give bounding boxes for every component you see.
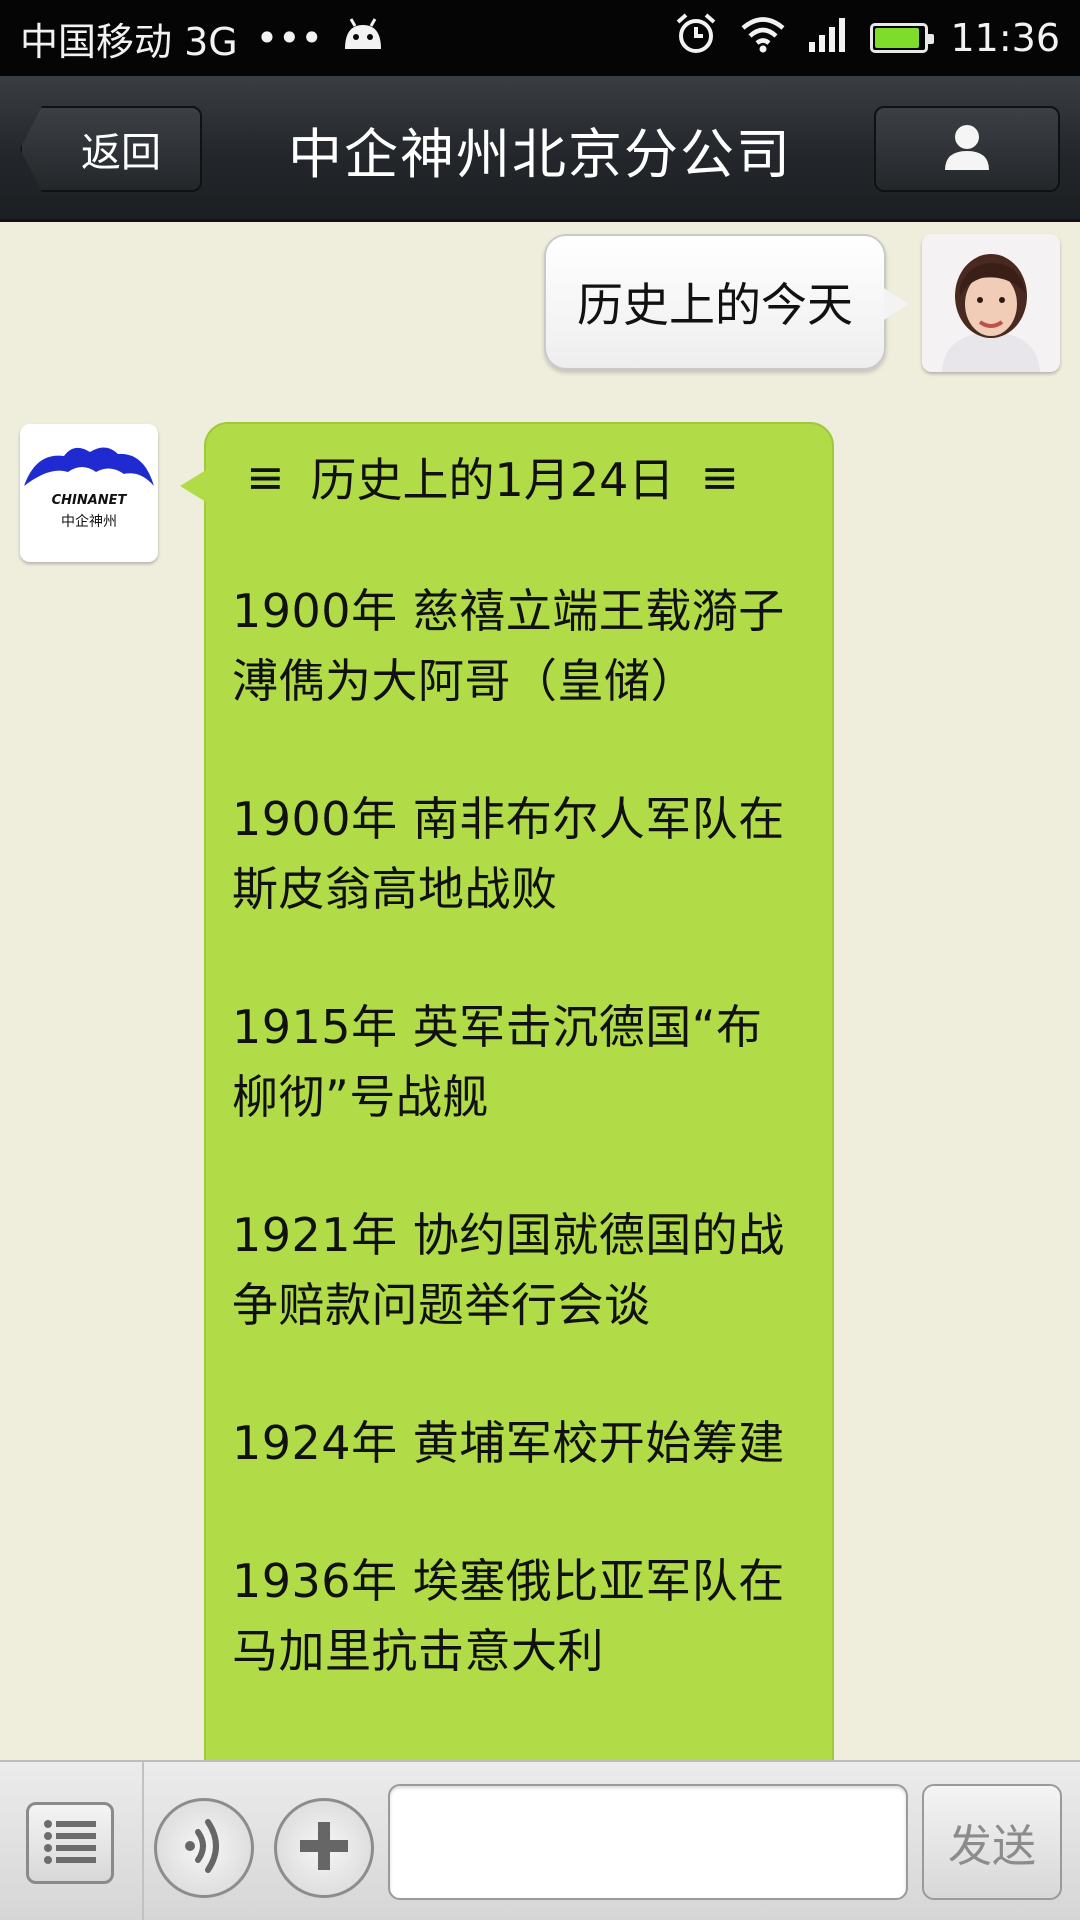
incoming-message-bubble[interactable]: ≡ 历史上的1月24日 ≡ 1900年 慈禧立端王载漪子溥儁为大阿哥（皇储） 1… xyxy=(180,422,834,1760)
bot-logo-subtext: 中企神州 xyxy=(61,513,117,530)
chat-title: 中企神州北京分公司 xyxy=(288,122,792,186)
history-event: 1921年 协约国就德国的战争赔款问题举行会谈 xyxy=(232,1208,785,1332)
back-button[interactable]: 返回 xyxy=(20,106,202,192)
plus-icon xyxy=(296,1818,352,1878)
input-bar: 发送 xyxy=(0,1760,1080,1920)
history-event: 1915年 英军击沉德国“布柳彻”号战舰 xyxy=(232,1000,763,1124)
wifi-icon xyxy=(740,15,786,62)
incoming-message-header: ≡ 历史上的1月24日 ≡ xyxy=(232,446,808,508)
alarm-icon xyxy=(674,12,718,65)
send-button-label: 发送 xyxy=(948,1821,1036,1872)
person-icon xyxy=(942,122,992,176)
clock: 11:36 xyxy=(950,16,1060,60)
bot-logo-text: CHINANET xyxy=(52,493,128,508)
notification-dots: ••• xyxy=(255,16,323,60)
list-icon xyxy=(40,1816,100,1870)
incoming-message-title: 历史上的1月24日 xyxy=(310,453,675,507)
user-avatar[interactable] xyxy=(922,234,1060,372)
chinanet-logo: CHINANET 中企神州 xyxy=(20,424,158,562)
outgoing-message-text: 历史上的今天 xyxy=(577,278,853,332)
input-bar-divider xyxy=(142,1762,144,1920)
status-left: 中国移动 3G ••• xyxy=(20,11,385,66)
outgoing-message-bubble[interactable]: 历史上的今天 xyxy=(544,234,908,370)
back-button-label: 返回 xyxy=(81,130,161,176)
add-attachment-button[interactable] xyxy=(274,1798,374,1898)
header-decoration-left: ≡ xyxy=(246,450,285,504)
signal-icon xyxy=(808,16,848,61)
history-event: 1936年 埃塞俄比亚军队在马加里抗击意大利 xyxy=(232,1554,785,1678)
status-bar: 中国移动 3G ••• 11:36 xyxy=(0,0,1080,76)
voice-button[interactable] xyxy=(154,1798,254,1898)
menu-button[interactable] xyxy=(26,1802,114,1884)
send-button[interactable]: 发送 xyxy=(922,1784,1062,1900)
bot-avatar[interactable]: CHINANET 中企神州 xyxy=(20,424,158,562)
android-icon xyxy=(341,16,385,60)
title-bar: 返回 中企神州北京分公司 xyxy=(0,76,1080,222)
profile-button[interactable] xyxy=(874,106,1060,192)
voice-icon xyxy=(176,1816,232,1880)
status-right: 11:36 xyxy=(674,12,1060,65)
battery-level xyxy=(875,28,919,48)
battery-icon xyxy=(870,23,935,53)
user-avatar-image xyxy=(922,234,1060,372)
history-event: 1924年 黄埔军校开始筹建 xyxy=(232,1416,785,1470)
message-input[interactable] xyxy=(388,1784,908,1900)
history-event: 1900年 慈禧立端王载漪子溥儁为大阿哥（皇储） xyxy=(232,584,785,708)
chat-area[interactable]: 历史上的今天 CHINANET 中企神州 ≡ 历史上的1月24日 ≡ 1900年… xyxy=(0,222,1080,1760)
header-decoration-right: ≡ xyxy=(700,450,739,504)
carrier-label: 中国移动 3G xyxy=(20,19,238,64)
history-event: 1900年 南非布尔人军队在斯皮翁高地战败 xyxy=(232,792,785,916)
